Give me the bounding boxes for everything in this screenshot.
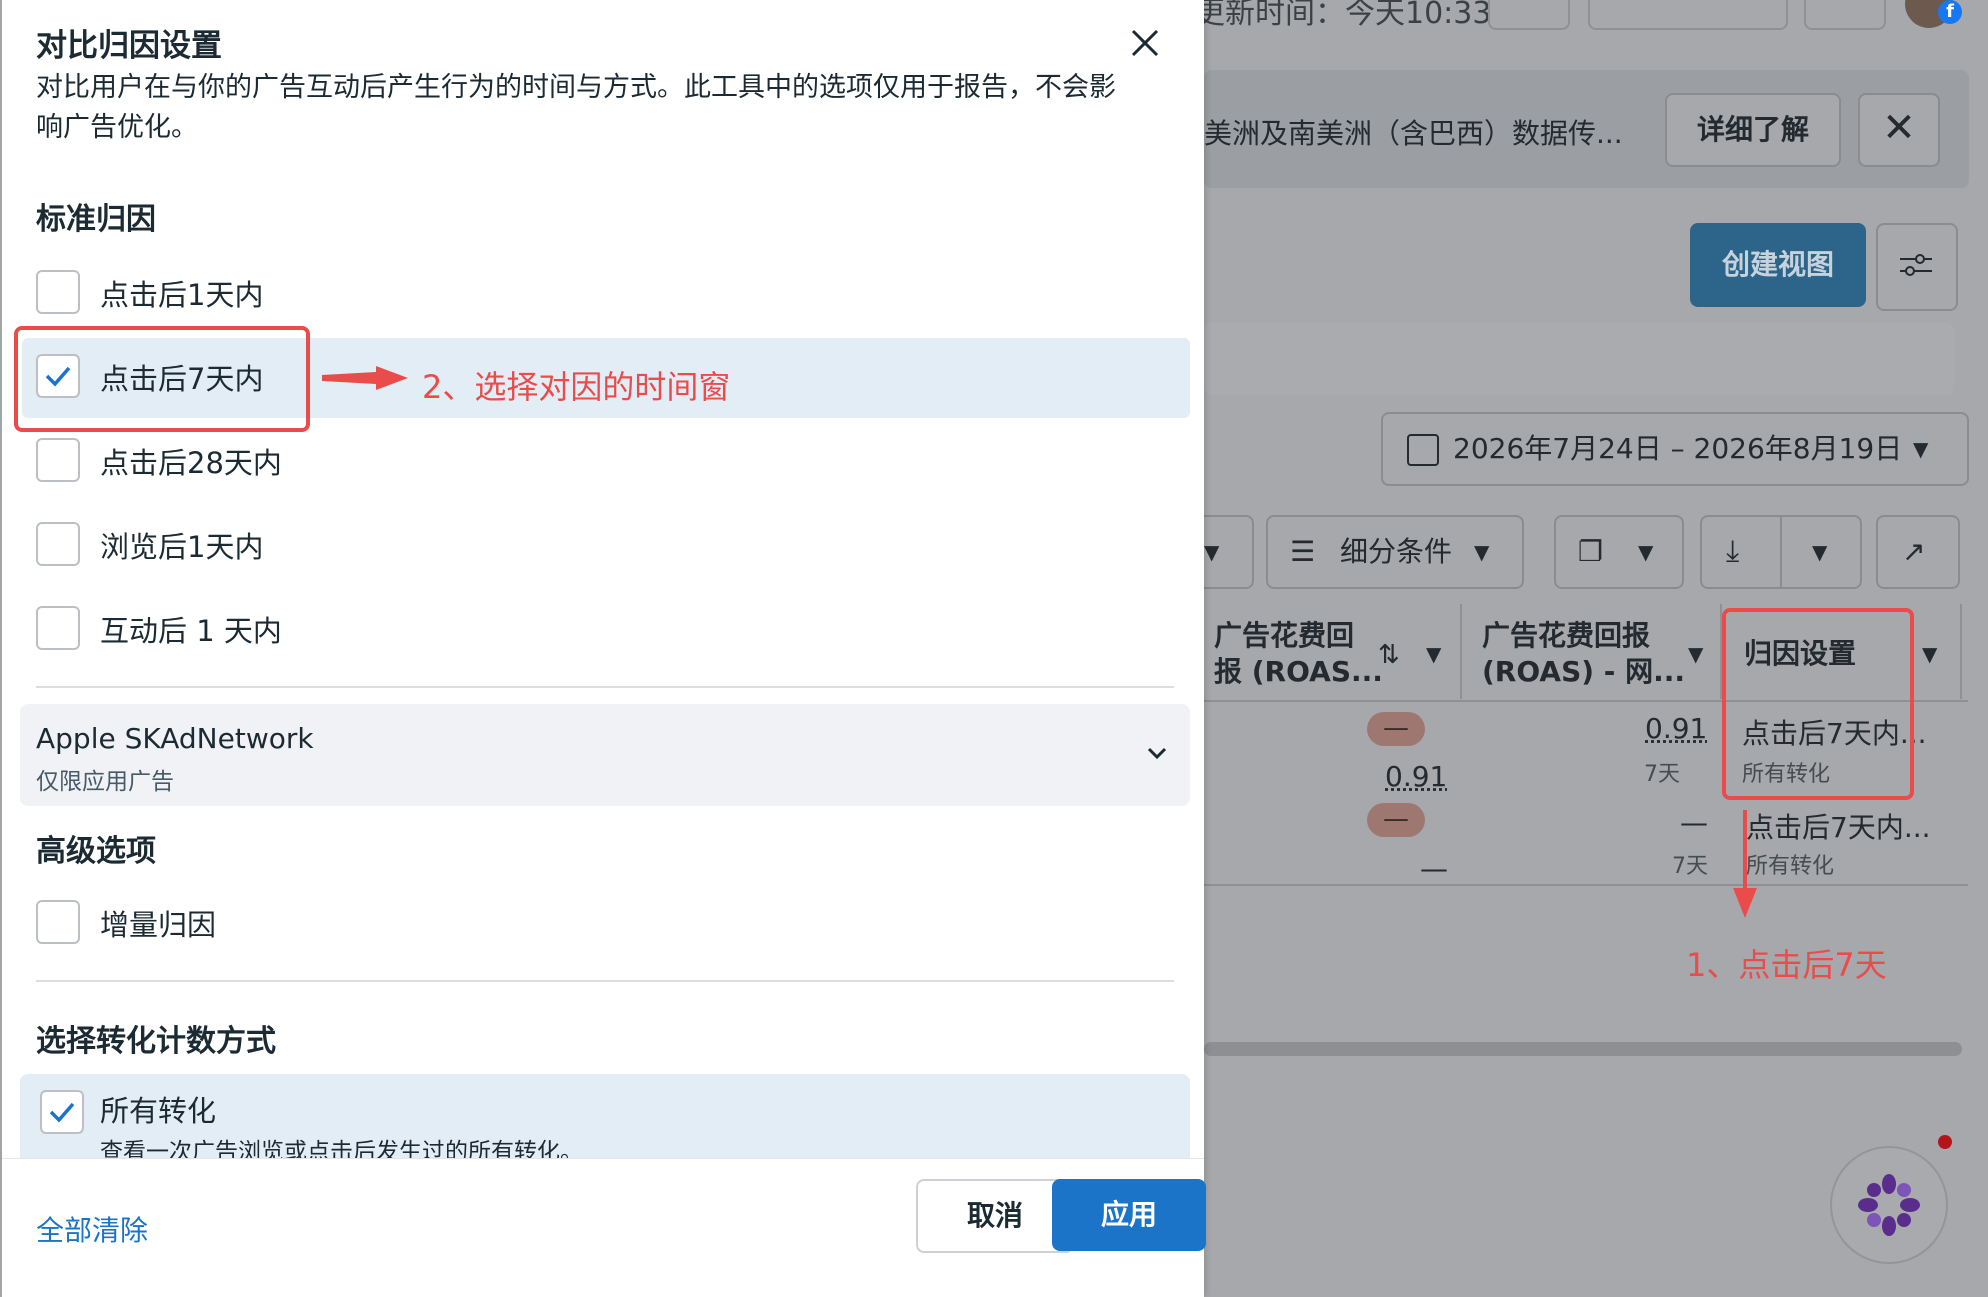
chevron-down-icon bbox=[1147, 747, 1167, 760]
table-divider bbox=[1204, 884, 1968, 886]
clear-all-link[interactable]: 全部清除 bbox=[36, 1209, 148, 1249]
option-label: 浏览后1天内 bbox=[100, 530, 264, 564]
refresh-button[interactable] bbox=[1488, 0, 1570, 30]
chevron-down-icon: ▼ bbox=[1638, 540, 1654, 564]
roas-web-value[interactable]: 0.91 bbox=[1645, 712, 1707, 745]
date-range-picker[interactable]: 2026年7月24日 – 2026年8月19日 ▼ bbox=[1381, 412, 1969, 486]
dialog-footer: 全部清除 取消 应用 bbox=[2, 1158, 1206, 1297]
learn-more-button[interactable]: 详细了解 bbox=[1665, 93, 1841, 167]
section-advanced-options: 高级选项 bbox=[36, 834, 156, 869]
roas-web-window: 7天 bbox=[1644, 762, 1680, 787]
option-click-28-days[interactable]: 点击后28天内 bbox=[22, 422, 1190, 502]
chevron-down-icon[interactable]: ▼ bbox=[1922, 642, 1937, 666]
option-view-1-day[interactable]: 浏览后1天内 bbox=[22, 506, 1190, 586]
horizontal-scrollbar[interactable] bbox=[1204, 1042, 1962, 1056]
download-icon: ⤓ bbox=[1726, 534, 1740, 569]
checkbox[interactable] bbox=[36, 900, 80, 944]
chart-button[interactable]: ↗ bbox=[1876, 515, 1960, 589]
chevron-down-icon[interactable]: ▼ bbox=[1688, 642, 1703, 666]
export-dropdown-button[interactable]: ▼ bbox=[1780, 515, 1862, 589]
breakdown-label: 细分条件 bbox=[1340, 535, 1453, 568]
annotation-step2: 2、选择对因的时间窗 bbox=[422, 368, 731, 406]
option-engage-1-day[interactable]: 互动后 1 天内 bbox=[22, 590, 1190, 670]
status-pill: — bbox=[1367, 712, 1425, 746]
column-divider[interactable] bbox=[1460, 604, 1462, 699]
close-icon[interactable] bbox=[1120, 18, 1170, 68]
dialog-title: 对比归因设置 bbox=[36, 28, 222, 64]
chevron-down-icon: ▼ bbox=[1474, 540, 1490, 564]
chevron-down-icon: ▼ bbox=[1913, 437, 1929, 461]
roas-web-window: 7天 bbox=[1672, 854, 1708, 879]
status-pill: — bbox=[1367, 803, 1425, 837]
option-label: 所有转化 bbox=[100, 1094, 217, 1128]
divider bbox=[36, 980, 1174, 982]
sliders-icon bbox=[1900, 254, 1932, 276]
column-divider[interactable] bbox=[1960, 604, 1962, 699]
breakdown-button[interactable]: ☰ 细分条件 ▼ bbox=[1266, 515, 1524, 589]
more-button[interactable] bbox=[1804, 0, 1886, 30]
annotation-step1: 1、点击后7天 bbox=[1686, 946, 1887, 984]
trend-chart-icon: ↗ bbox=[1902, 535, 1926, 568]
export-button[interactable]: ⤓ bbox=[1700, 515, 1786, 589]
checkbox[interactable] bbox=[36, 438, 80, 482]
checkbox[interactable] bbox=[36, 606, 80, 650]
date-range-text: 2026年7月24日 – 2026年8月19日 bbox=[1453, 432, 1903, 465]
copy-icon: ❐ bbox=[1578, 535, 1604, 568]
last-updated-text: 更新时间：今天10:33 bbox=[1195, 0, 1492, 31]
annotation-box-attribution bbox=[1722, 608, 1914, 800]
column-header-line: 报 (ROAS... bbox=[1214, 655, 1383, 688]
banner-text: 美洲及南美洲（含巴西）数据传... bbox=[1204, 117, 1623, 150]
attribution-settings-dialog: 对比归因设置 对比用户在与你的广告互动后产生行为的时间与方式。此工具中的选项仅用… bbox=[2, 0, 1206, 1297]
column-header-roas-web[interactable]: 广告花费回报 (ROAS) - 网... bbox=[1482, 618, 1685, 690]
reports-button[interactable]: ❐ ▼ bbox=[1554, 515, 1684, 589]
option-label: 互动后 1 天内 bbox=[100, 614, 282, 648]
section-standard-attribution: 标准归因 bbox=[36, 202, 156, 237]
skadnetwork-accordion[interactable]: Apple SKAdNetwork 仅限应用广告 bbox=[20, 704, 1190, 806]
assistant-flower-icon bbox=[1858, 1174, 1920, 1236]
breakdown-icon: ☰ bbox=[1290, 535, 1316, 568]
checkbox[interactable] bbox=[36, 522, 80, 566]
review-publish-button[interactable] bbox=[1588, 0, 1788, 30]
roas-value[interactable]: 0.91 bbox=[1385, 760, 1447, 793]
view-settings-button[interactable] bbox=[1876, 223, 1958, 311]
column-header-line: (ROAS) - 网... bbox=[1482, 655, 1686, 688]
apply-button[interactable]: 应用 bbox=[1052, 1179, 1206, 1251]
annotation-arrow-right bbox=[322, 366, 408, 390]
calendar-icon bbox=[1407, 434, 1439, 466]
chevron-down-icon[interactable]: ▼ bbox=[1426, 642, 1441, 666]
option-label: 点击后28天内 bbox=[100, 446, 282, 480]
banner-close-button[interactable]: ✕ bbox=[1858, 93, 1940, 167]
option-label: 点击后1天内 bbox=[100, 278, 264, 312]
column-header-line: 广告花费回报 bbox=[1482, 619, 1651, 652]
option-label: 增量归因 bbox=[100, 908, 217, 942]
accordion-subtitle: 仅限应用广告 bbox=[36, 769, 174, 795]
dialog-description: 对比用户在与你的广告互动后产生行为的时间与方式。此工具中的选项仅用于报告，不会影… bbox=[36, 72, 1116, 143]
option-description: 查看一次广告浏览或点击后发生过的所有转化。 bbox=[100, 1139, 583, 1158]
option-incremental-attribution[interactable]: 增量归因 bbox=[22, 884, 1190, 964]
facebook-badge-icon: f bbox=[1938, 0, 1962, 24]
annotation-box-option bbox=[14, 326, 310, 432]
accordion-title: Apple SKAdNetwork bbox=[36, 722, 314, 755]
column-header-roas[interactable]: 广告花费回 报 (ROAS... bbox=[1214, 618, 1383, 690]
assistant-button[interactable] bbox=[1830, 1146, 1948, 1264]
checkbox-checked[interactable] bbox=[40, 1090, 84, 1134]
search-row bbox=[1204, 323, 1954, 395]
annotation-arrow-down bbox=[1733, 810, 1757, 918]
attribution-value: 点击后7天内... bbox=[1746, 811, 1931, 844]
sort-icon[interactable]: ⇅ bbox=[1378, 640, 1400, 670]
notification-dot bbox=[1938, 1135, 1952, 1149]
option-all-conversions[interactable]: 所有转化 查看一次广告浏览或点击后发生过的所有转化。 bbox=[20, 1074, 1190, 1158]
chevron-down-icon: ▼ bbox=[1812, 540, 1828, 564]
create-view-button[interactable]: 创建视图 bbox=[1690, 223, 1866, 307]
roas-web-value: — bbox=[1680, 806, 1708, 839]
column-header-line: 广告花费回 bbox=[1214, 619, 1355, 652]
section-conversion-count: 选择转化计数方式 bbox=[36, 1024, 276, 1059]
checkmark-icon bbox=[49, 1102, 75, 1123]
divider bbox=[36, 686, 1174, 688]
checkbox[interactable] bbox=[36, 270, 80, 314]
option-click-1-day[interactable]: 点击后1天内 bbox=[22, 254, 1190, 334]
cancel-button[interactable]: 取消 bbox=[916, 1179, 1074, 1253]
summary-dash: — bbox=[1420, 852, 1448, 885]
